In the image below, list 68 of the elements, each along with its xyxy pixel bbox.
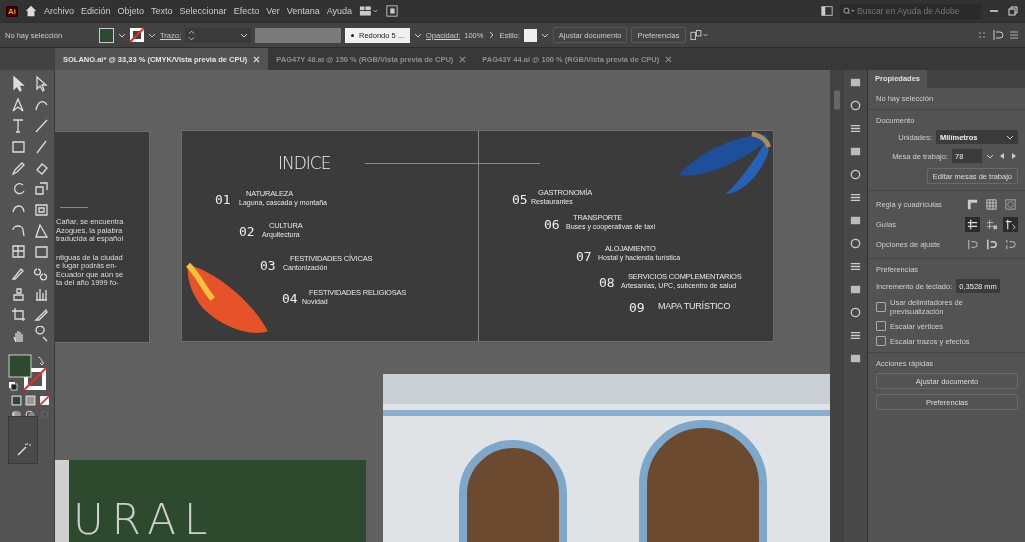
chevron-right-icon[interactable] bbox=[487, 31, 496, 39]
checkbox[interactable] bbox=[876, 321, 886, 331]
workspace-icon[interactable] bbox=[359, 5, 380, 17]
smart-guides-icon[interactable] bbox=[1003, 217, 1018, 232]
caret-icon[interactable] bbox=[1006, 133, 1014, 141]
caret-icon[interactable] bbox=[148, 31, 156, 39]
index-title: INDICE bbox=[278, 153, 331, 173]
variable-width-field[interactable] bbox=[255, 27, 341, 43]
menu-item[interactable]: Edición bbox=[81, 6, 111, 16]
index-number: 04 bbox=[282, 292, 298, 305]
crop-icon[interactable] bbox=[9, 305, 28, 324]
menu-item[interactable]: Efecto bbox=[233, 6, 260, 16]
fill-swatch[interactable] bbox=[99, 27, 114, 43]
caret-icon[interactable] bbox=[118, 31, 126, 39]
menu-item[interactable]: Objeto bbox=[117, 6, 145, 16]
caret-icon[interactable] bbox=[540, 31, 549, 39]
checkbox[interactable] bbox=[876, 336, 886, 346]
lock-guides-icon[interactable] bbox=[984, 217, 999, 232]
align-left-icon[interactable] bbox=[992, 29, 1004, 41]
close-icon[interactable] bbox=[459, 55, 467, 63]
style-swatch[interactable] bbox=[523, 28, 537, 42]
index-number: 02 bbox=[239, 225, 255, 238]
stroke-weight-field[interactable] bbox=[185, 27, 251, 43]
cover-title: URAL bbox=[73, 498, 216, 542]
snap-glyph-icon[interactable] bbox=[1003, 237, 1018, 252]
home-icon[interactable] bbox=[25, 5, 37, 17]
align-icon[interactable] bbox=[689, 29, 710, 41]
scrollbar[interactable] bbox=[830, 70, 844, 542]
index-heading: MAPA TURÍSTICO bbox=[658, 301, 731, 311]
menu-icon[interactable] bbox=[849, 329, 862, 342]
snap-pixel-icon[interactable] bbox=[984, 237, 999, 252]
none-icon[interactable] bbox=[38, 395, 50, 406]
close-icon[interactable] bbox=[665, 55, 673, 63]
menu-item[interactable]: Texto bbox=[151, 6, 173, 16]
caret-icon[interactable] bbox=[986, 152, 994, 160]
next-icon[interactable] bbox=[1010, 152, 1018, 160]
stroke-none-swatch[interactable] bbox=[130, 28, 144, 42]
search-icon[interactable] bbox=[843, 6, 855, 16]
menu-item[interactable]: Ver bbox=[266, 6, 280, 16]
snap-point-icon[interactable] bbox=[965, 237, 980, 252]
help-search-field[interactable]: Buscar en Ayuda de Adobe bbox=[840, 3, 981, 19]
mesh-icon[interactable] bbox=[9, 242, 28, 261]
index-number: 09 bbox=[629, 301, 645, 314]
index-number: 07 bbox=[576, 250, 592, 263]
menu-item[interactable]: Ventana bbox=[286, 6, 320, 16]
restore-icon[interactable] bbox=[1007, 5, 1019, 17]
previous-icon[interactable] bbox=[998, 152, 1006, 160]
index-number: 01 bbox=[215, 193, 231, 206]
menu-item[interactable]: Seleccionar bbox=[179, 6, 227, 16]
checkbox[interactable] bbox=[876, 302, 886, 312]
app-logo: Ai bbox=[6, 5, 18, 17]
index-number: 03 bbox=[260, 259, 276, 272]
perspective-icon[interactable] bbox=[32, 221, 51, 240]
index-number: 08 bbox=[599, 276, 615, 289]
menu-item[interactable]: Ayuda bbox=[326, 6, 353, 16]
ruler-icon[interactable] bbox=[965, 197, 980, 212]
guides-icon[interactable] bbox=[965, 217, 980, 232]
caret-icon[interactable] bbox=[414, 31, 423, 39]
stepper-icon[interactable] bbox=[188, 29, 195, 41]
index-number: 06 bbox=[544, 218, 560, 231]
panel-icon[interactable] bbox=[821, 5, 833, 17]
menu-item[interactable]: Archivo bbox=[44, 6, 74, 16]
caret-icon[interactable] bbox=[240, 31, 248, 39]
arrange-icon[interactable] bbox=[386, 5, 399, 17]
color-icon[interactable] bbox=[10, 395, 22, 406]
grid-icon[interactable] bbox=[984, 197, 999, 212]
index-number: 05 bbox=[512, 193, 528, 206]
scale-icon[interactable] bbox=[32, 179, 51, 198]
